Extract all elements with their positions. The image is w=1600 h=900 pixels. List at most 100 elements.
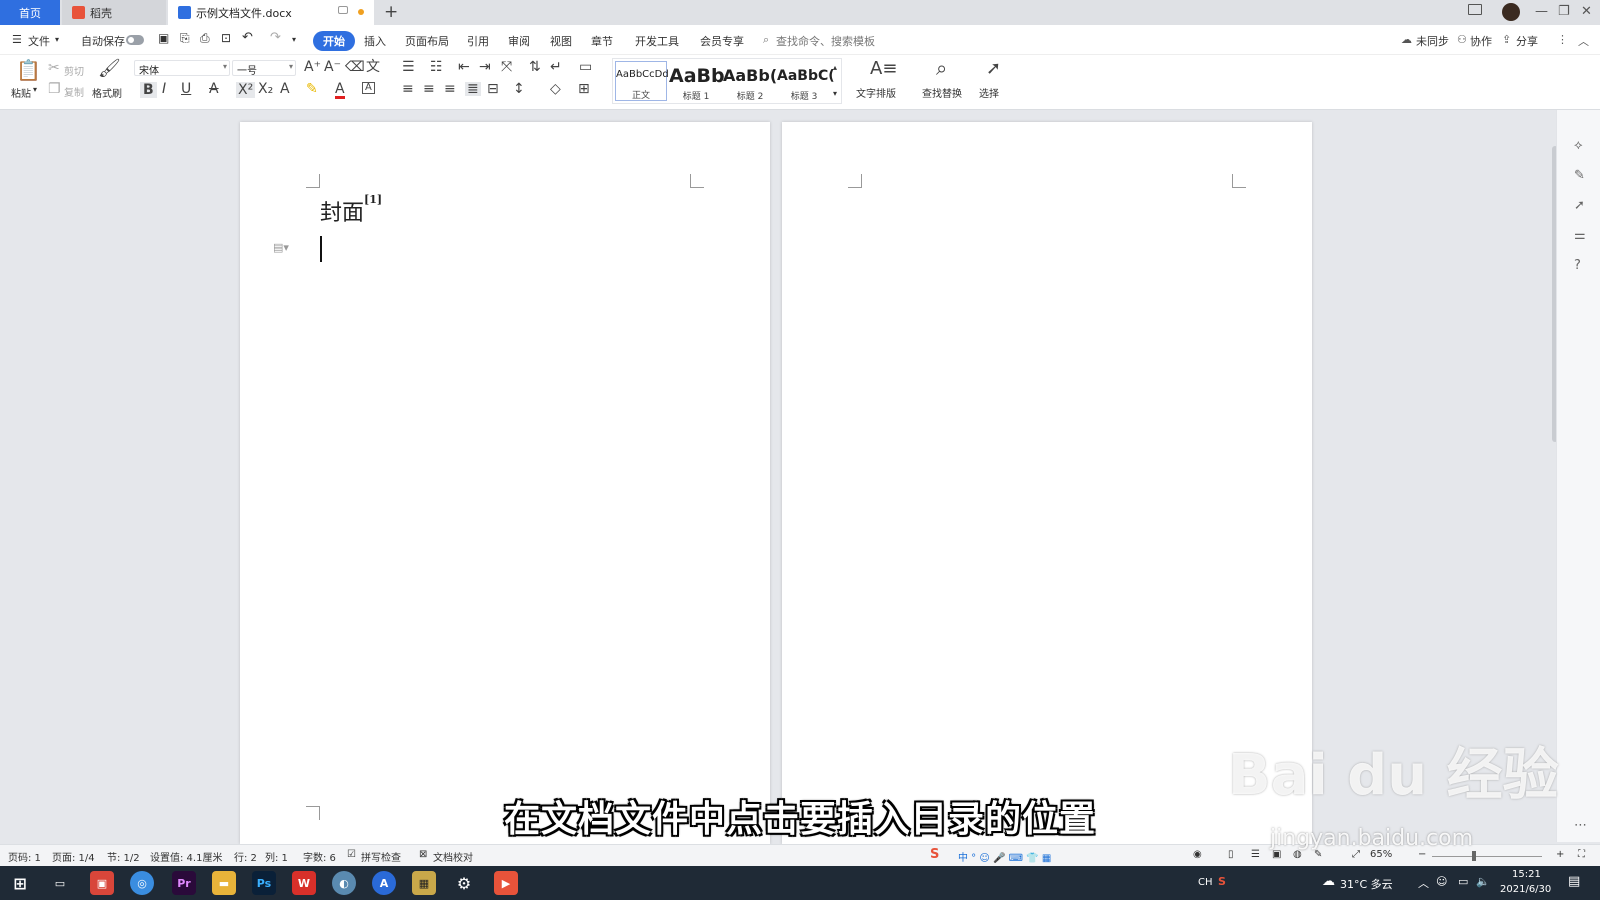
shading-icon[interactable]: ◇: [550, 82, 561, 96]
status-row[interactable]: 行: 2: [234, 849, 257, 864]
shrink-font-icon[interactable]: A⁻: [324, 60, 341, 74]
subscript-icon[interactable]: X₂: [258, 82, 273, 96]
select-pointer-icon[interactable]: ➚: [1574, 198, 1585, 213]
strikethrough-icon[interactable]: A: [209, 82, 219, 96]
font-name-select[interactable]: 宋体: [134, 60, 230, 77]
spellcheck-button[interactable]: 拼写检查: [361, 849, 401, 864]
sync-status[interactable]: 未同步: [1416, 33, 1449, 49]
tray-overflow-icon[interactable]: ︿: [1418, 875, 1429, 891]
decrease-indent-icon[interactable]: ⇤: [458, 60, 470, 74]
format-painter-button[interactable]: 格式刷: [92, 85, 122, 100]
copy-icon[interactable]: ❐: [48, 82, 61, 96]
photoshop-icon[interactable]: Ps: [252, 871, 276, 895]
menu-start[interactable]: 开始: [313, 31, 355, 51]
status-page-number[interactable]: 页码: 1: [8, 849, 41, 864]
zoom-slider[interactable]: [1432, 856, 1542, 857]
menu-developer[interactable]: 开发工具: [635, 33, 679, 49]
bullet-list-icon[interactable]: ☰: [402, 60, 415, 74]
weather-text[interactable]: 31°C 多云: [1340, 876, 1393, 892]
wps-icon[interactable]: W: [292, 871, 316, 895]
grow-font-icon[interactable]: A⁺: [304, 60, 321, 74]
numbered-list-icon[interactable]: ☷: [430, 60, 443, 74]
zoom-in-icon[interactable]: +: [1556, 849, 1564, 860]
save-icon[interactable]: ▣: [158, 31, 169, 45]
zoom-slider-thumb[interactable]: [1472, 851, 1476, 861]
proofread-button[interactable]: 文档校对: [433, 849, 473, 864]
align-center-icon[interactable]: ≡: [423, 82, 435, 96]
text-layout-icon[interactable]: A≡: [870, 60, 897, 78]
superscript-icon[interactable]: X²: [236, 82, 256, 98]
document-page-1[interactable]: [240, 122, 770, 844]
hamburger-icon[interactable]: ☰: [12, 33, 22, 46]
status-section[interactable]: 节: 1/2: [107, 849, 140, 864]
clock-date[interactable]: 2021/6/30: [1500, 884, 1551, 895]
browser-icon[interactable]: ◐: [332, 871, 356, 895]
paste-dropdown-icon[interactable]: ▾: [33, 85, 37, 94]
format-painter-icon[interactable]: 🖌: [98, 60, 121, 78]
borders-icon[interactable]: ⊞: [578, 82, 590, 96]
tab-daoke[interactable]: 稻壳: [62, 0, 166, 25]
share-button[interactable]: 分享: [1516, 33, 1538, 49]
find-icon[interactable]: ⌕: [936, 58, 947, 78]
style-heading2[interactable]: AaBb( 标题 2: [723, 63, 777, 107]
autosave-toggle[interactable]: [126, 35, 144, 45]
tray-app-icon[interactable]: ☺: [1436, 875, 1447, 888]
settings-sliders-icon[interactable]: ⚌: [1574, 228, 1586, 243]
ime-toolbar-icons[interactable]: 中 ° ☺ 🎤 ⌨ 👕 ▦: [958, 849, 1051, 864]
ruler-icon[interactable]: ▭: [579, 60, 592, 74]
redo-icon[interactable]: ↷: [270, 30, 281, 45]
text-layout-button[interactable]: 文字排版: [856, 85, 896, 100]
style-normal[interactable]: AaBbCcDd 正文: [615, 61, 669, 101]
menu-insert[interactable]: 插入: [364, 33, 386, 49]
phonetic-icon[interactable]: 文: [366, 60, 380, 74]
fullscreen-icon[interactable]: ⛶: [1578, 849, 1585, 860]
style-heading1[interactable]: AaBb 标题 1: [669, 63, 725, 107]
sort-icon[interactable]: ⇅: [529, 60, 541, 74]
more-quick-icon[interactable]: ▾: [292, 35, 296, 44]
status-page-count[interactable]: 页面: 1/4: [52, 849, 95, 864]
style-expand-icon[interactable]: ▾: [833, 89, 837, 98]
task-view-icon[interactable]: ▭: [48, 871, 72, 895]
font-color-icon[interactable]: A: [335, 82, 345, 99]
cut-button[interactable]: 剪切: [64, 63, 84, 78]
font-size-select[interactable]: 一号: [232, 60, 296, 77]
clear-format-icon[interactable]: ⌫: [345, 60, 365, 74]
clock-time[interactable]: 15:21: [1512, 869, 1541, 880]
justify-icon[interactable]: ≣: [465, 82, 481, 96]
more-icon[interactable]: ⋮: [1557, 33, 1568, 46]
style-scroll-up-icon[interactable]: ▴: [833, 63, 837, 72]
view-page-icon[interactable]: ▯: [1228, 849, 1234, 860]
distribute-icon[interactable]: ⊟: [487, 82, 499, 96]
eye-protect-icon[interactable]: ◉: [1193, 849, 1202, 860]
network-icon[interactable]: ▭: [1458, 875, 1468, 888]
undo-icon[interactable]: ↶: [242, 30, 253, 45]
find-replace-button[interactable]: 查找替换: [922, 85, 962, 100]
layout-icon[interactable]: [1468, 4, 1482, 15]
restore-icon[interactable]: ❐: [1558, 4, 1570, 19]
line-spacing-icon[interactable]: ↕: [513, 82, 525, 96]
calendar-app-icon[interactable]: ▦: [412, 871, 436, 895]
office-app-icon[interactable]: ▣: [90, 871, 114, 895]
cut-icon[interactable]: ✂: [48, 61, 60, 75]
print-icon[interactable]: ⎙: [200, 31, 210, 46]
close-icon[interactable]: ✕: [1581, 4, 1592, 19]
app-a-icon[interactable]: A: [372, 871, 396, 895]
copy-button[interactable]: 复制: [64, 84, 84, 99]
help-icon[interactable]: ?: [1574, 258, 1581, 273]
chrome-icon[interactable]: ◎: [130, 871, 154, 895]
highlight-icon[interactable]: ✎: [306, 82, 318, 96]
volume-icon[interactable]: 🔈: [1476, 875, 1490, 888]
footnote-reference[interactable]: [1]: [364, 193, 382, 206]
align-right-icon[interactable]: ≡: [444, 82, 456, 96]
show-marks-icon[interactable]: ↵: [550, 60, 562, 74]
status-setting-value[interactable]: 设置值: 4.1厘米: [150, 849, 222, 864]
minimize-icon[interactable]: —: [1535, 4, 1548, 19]
notification-icon[interactable]: ▤: [1568, 874, 1580, 889]
pen-icon[interactable]: ✎: [1574, 168, 1585, 183]
premiere-icon[interactable]: Pr: [172, 871, 196, 895]
text-effect-icon[interactable]: A: [280, 82, 290, 96]
collab-button[interactable]: 协作: [1470, 33, 1492, 49]
file-menu[interactable]: 文件: [28, 33, 50, 49]
command-search-input[interactable]: 查找命令、搜索模板: [776, 33, 875, 49]
cursor-icon[interactable]: ➚: [986, 60, 1001, 78]
